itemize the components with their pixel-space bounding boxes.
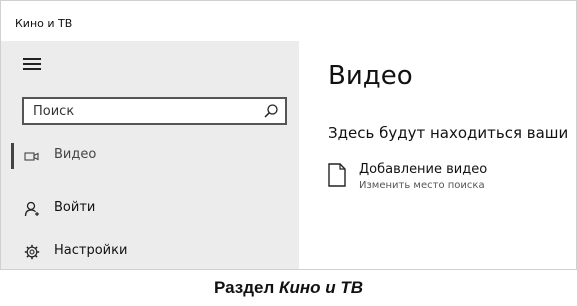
sidebar-item-video[interactable]: Видео	[1, 139, 299, 173]
sidebar-item-label: Видео	[54, 147, 97, 162]
page-title: Видео	[328, 61, 413, 91]
empty-state-message: Здесь будут находиться ваши	[328, 124, 569, 142]
document-icon	[328, 163, 346, 187]
app-window: Кино и ТВ Видео	[0, 0, 577, 270]
person-icon	[24, 201, 40, 217]
video-camera-icon	[24, 148, 40, 164]
title-bar: Кино и ТВ	[1, 1, 576, 41]
add-video-button[interactable]: Добавление видео Изменить место поиска	[328, 160, 568, 194]
sidebar: Видео Войти	[1, 41, 299, 269]
caption-prefix: Раздел	[214, 278, 275, 297]
hamburger-menu-icon[interactable]	[23, 57, 41, 71]
sidebar-item-label: Войти	[54, 200, 96, 215]
figure-caption: Раздел Кино и ТВ	[0, 278, 577, 298]
search-icon[interactable]	[263, 103, 279, 119]
app-title: Кино и ТВ	[15, 17, 73, 30]
search-input[interactable]	[24, 99, 254, 123]
sidebar-item-label: Настройки	[54, 243, 128, 258]
selection-indicator	[11, 143, 14, 169]
search-box[interactable]	[22, 97, 287, 125]
add-video-subtitle: Изменить место поиска	[359, 180, 485, 191]
gear-icon	[24, 244, 40, 260]
caption-emphasis: Кино и ТВ	[279, 278, 363, 297]
main-content: Видео Здесь будут находиться ваши Добавл…	[299, 41, 576, 269]
sidebar-item-settings[interactable]: Настройки	[1, 235, 299, 269]
add-video-title: Добавление видео	[359, 162, 488, 177]
sidebar-item-sign-in[interactable]: Войти	[1, 192, 299, 226]
